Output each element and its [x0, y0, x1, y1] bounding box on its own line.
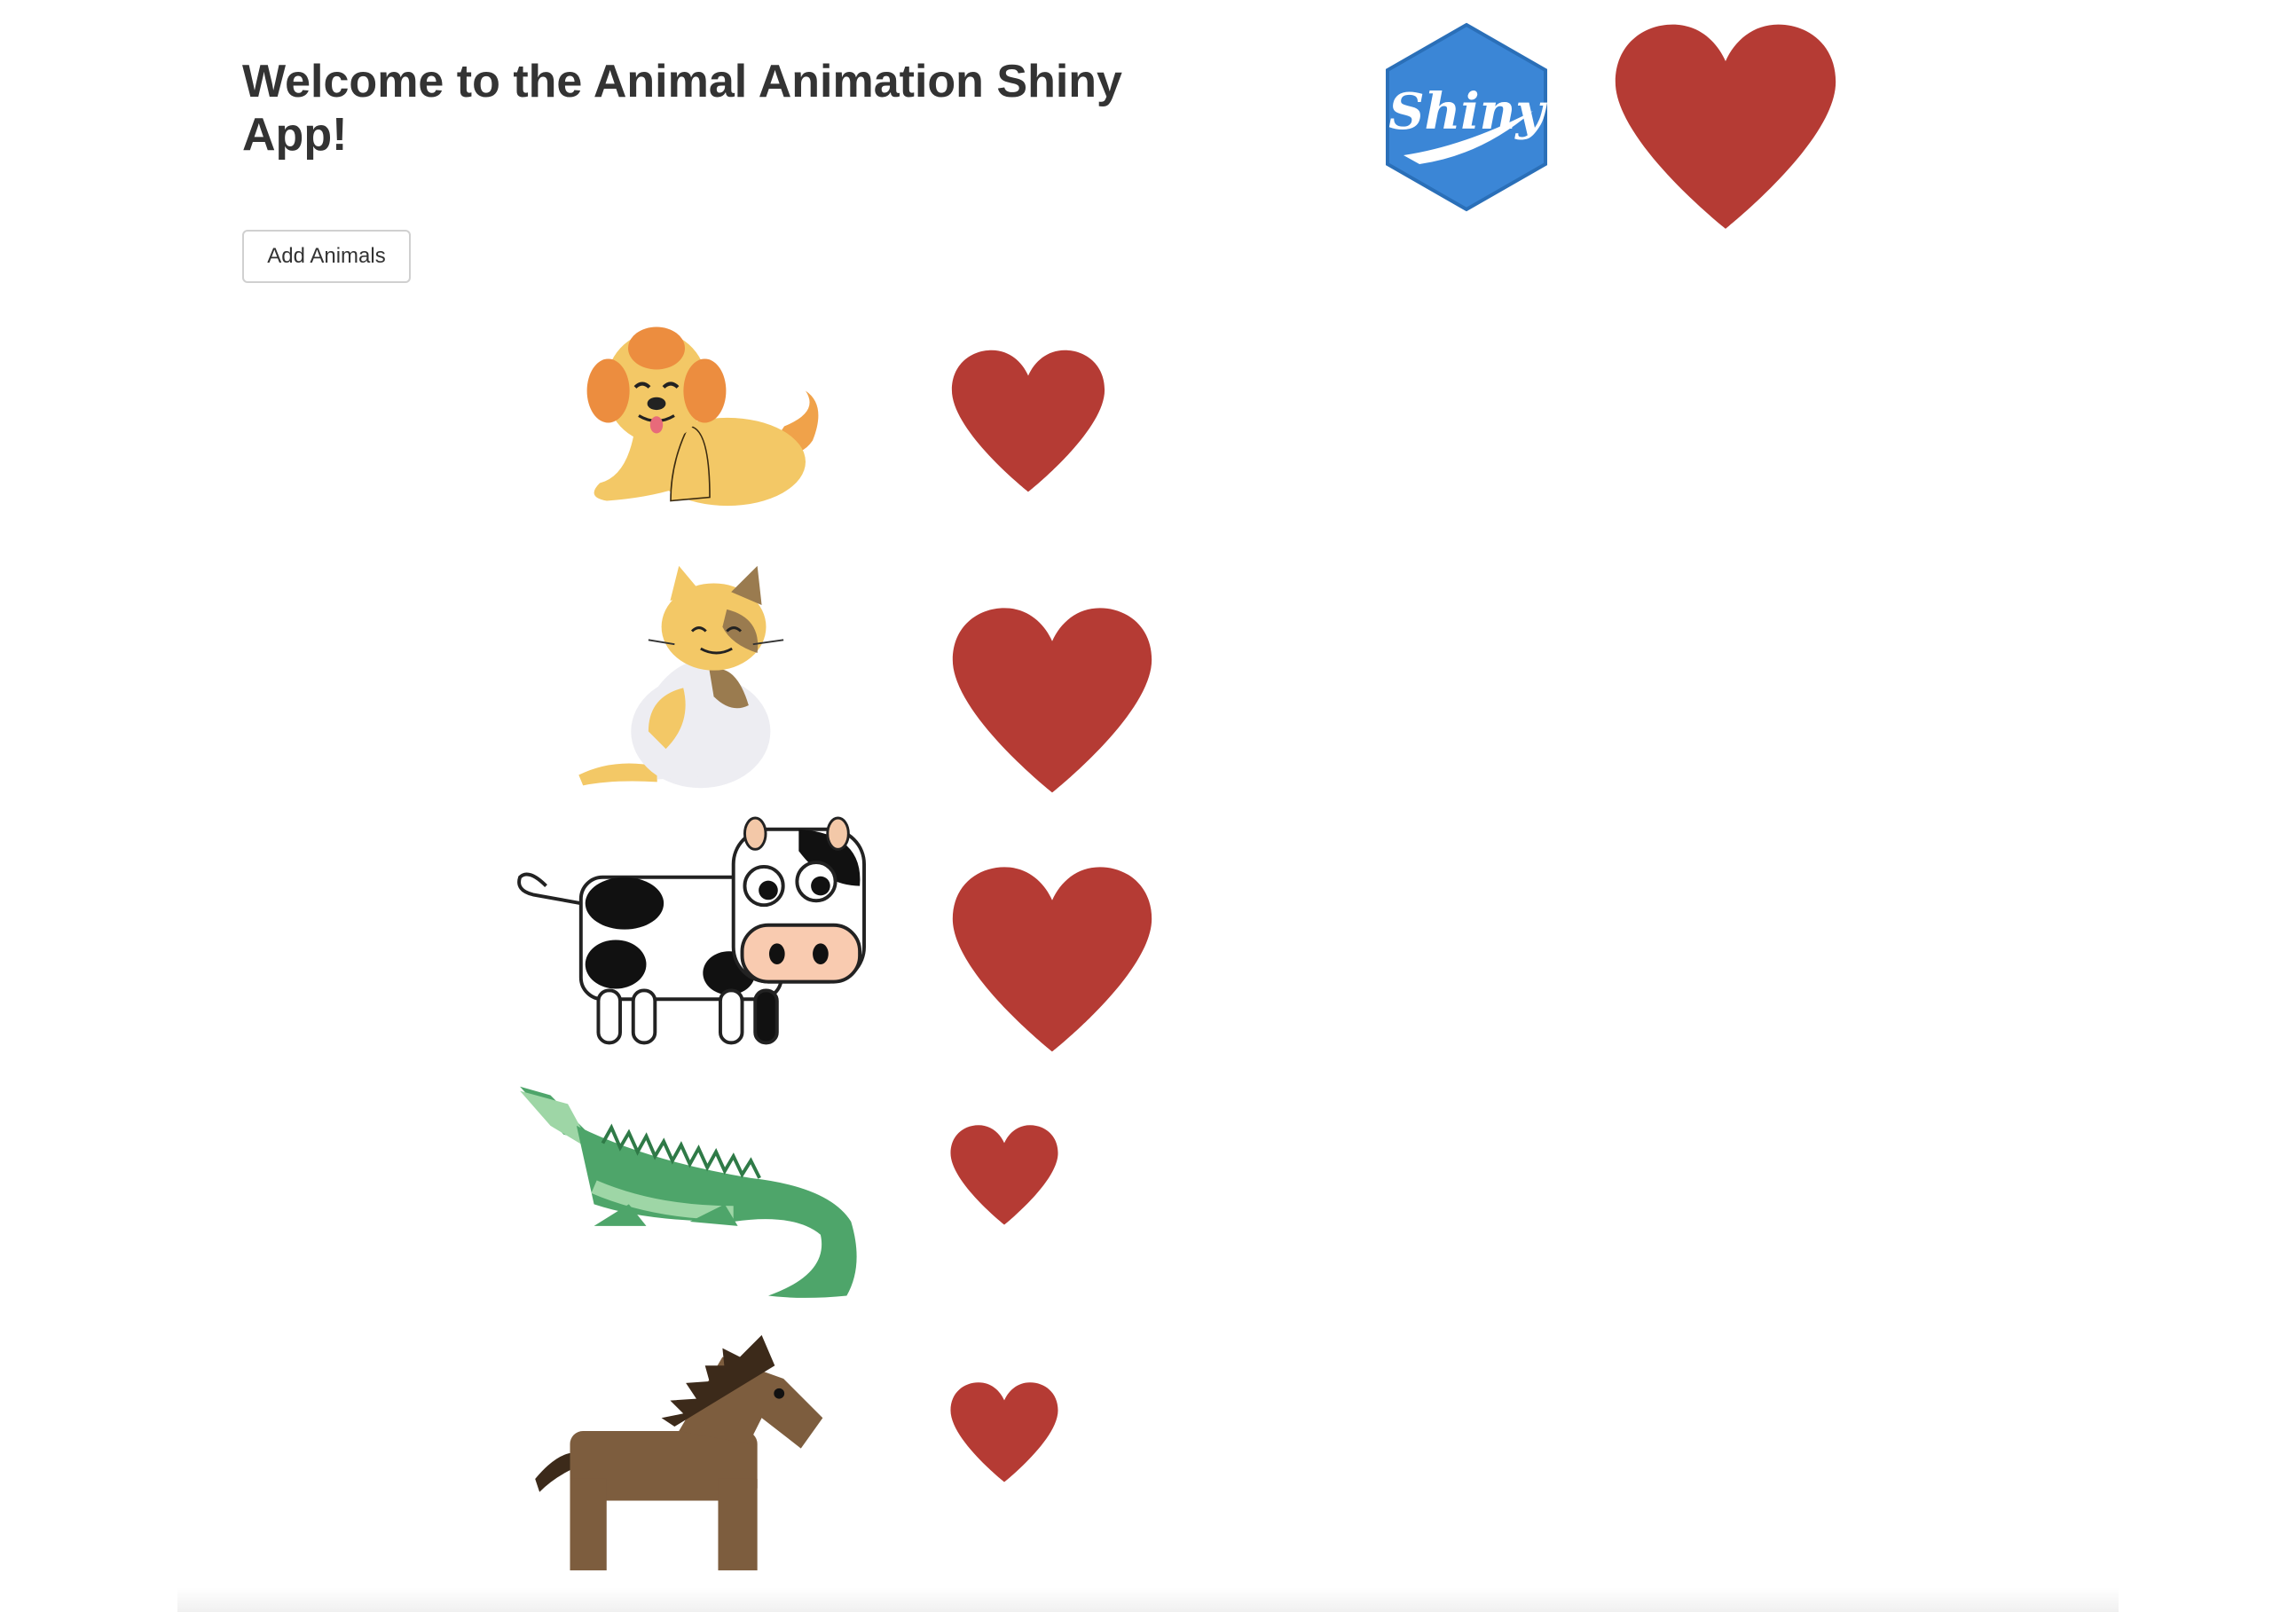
dog-icon: [586, 326, 819, 507]
svg-text:Shiny: Shiny: [1388, 83, 1547, 141]
shiny-logo-icon: Shiny: [1386, 22, 1547, 212]
cat-icon: [578, 565, 784, 789]
cow-icon: [517, 816, 866, 1045]
heart-icon: [950, 1382, 1058, 1482]
horse-icon: [535, 1334, 823, 1571]
heart-icon: [951, 350, 1105, 492]
crocodile-icon: [520, 1086, 857, 1298]
page-title: Welcome to the Animal Animation Shiny Ap…: [242, 56, 1122, 161]
heart-icon: [950, 1125, 1058, 1225]
add-animals-button[interactable]: Add Animals: [242, 230, 411, 283]
heart-icon: [952, 867, 1152, 1052]
page-bottom-shadow: [177, 1587, 2119, 1612]
heart-icon: [952, 608, 1152, 793]
heart-icon: [1615, 24, 1836, 229]
